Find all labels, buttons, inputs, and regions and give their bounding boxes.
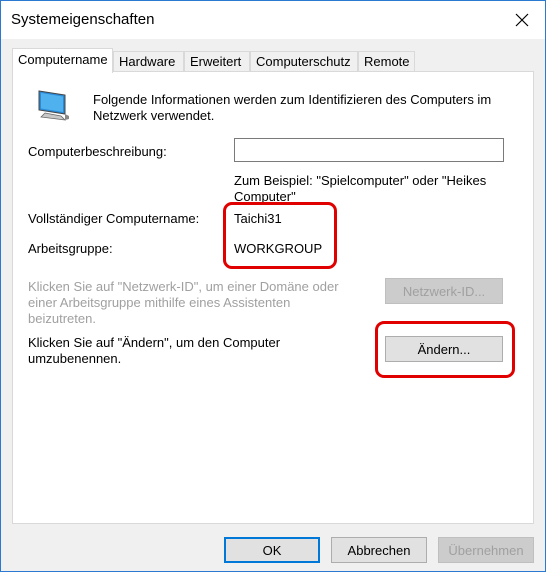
tab-hardware[interactable]: Hardware: [113, 51, 184, 72]
tab-label: Hardware: [119, 54, 176, 69]
tab-label: Erweitert: [190, 54, 242, 69]
workgroup-label: Arbeitsgruppe:: [28, 241, 113, 256]
intro-text: Folgende Informationen werden zum Identi…: [93, 92, 492, 123]
apply-button[interactable]: Übernehmen: [438, 537, 534, 563]
button-label: Übernehmen: [448, 542, 524, 558]
button-label: Abbrechen: [347, 542, 411, 558]
close-button[interactable]: [499, 1, 545, 39]
cancel-button[interactable]: Abbrechen: [331, 537, 427, 563]
tab-label: Remote: [364, 54, 410, 69]
tab-remote[interactable]: Remote: [358, 51, 415, 72]
tab-label: Computerschutz: [256, 54, 351, 69]
tab-computerschutz[interactable]: Computerschutz: [250, 51, 358, 72]
full-computer-name-label: Vollständiger Computername:: [28, 211, 200, 226]
close-icon: [515, 13, 529, 27]
tab-computername[interactable]: Computername: [12, 48, 113, 73]
computername-panel: Folgende Informationen werden zum Identi…: [12, 71, 534, 524]
tab-label: Computername: [18, 52, 108, 67]
ok-button[interactable]: OK: [224, 537, 320, 563]
highlight-name-workgroup: [223, 202, 337, 269]
example-text: Zum Beispiel: "Spielcomputer" oder "Heik…: [234, 173, 487, 204]
button-label: OK: [262, 542, 282, 558]
computer-description-input[interactable]: [234, 138, 504, 162]
computer-monitor-icon: [38, 90, 69, 121]
title-bar: Systemeigenschaften: [1, 1, 545, 39]
network-id-button[interactable]: Netzwerk-ID...: [385, 278, 503, 304]
button-label: Netzwerk-ID...: [402, 283, 486, 299]
highlight-change-button: [375, 321, 515, 378]
computer-description-label: Computerbeschreibung:: [28, 144, 167, 159]
rename-text: Klicken Sie auf "Ändern", um den Compute…: [28, 335, 281, 366]
system-properties-window: Systemeigenschaften Computername Hardwar…: [0, 0, 546, 572]
window-title: Systemeigenschaften: [11, 11, 155, 28]
tab-erweitert[interactable]: Erweitert: [184, 51, 250, 72]
network-id-text: Klicken Sie auf "Netzwerk-ID", um einer …: [28, 279, 339, 326]
